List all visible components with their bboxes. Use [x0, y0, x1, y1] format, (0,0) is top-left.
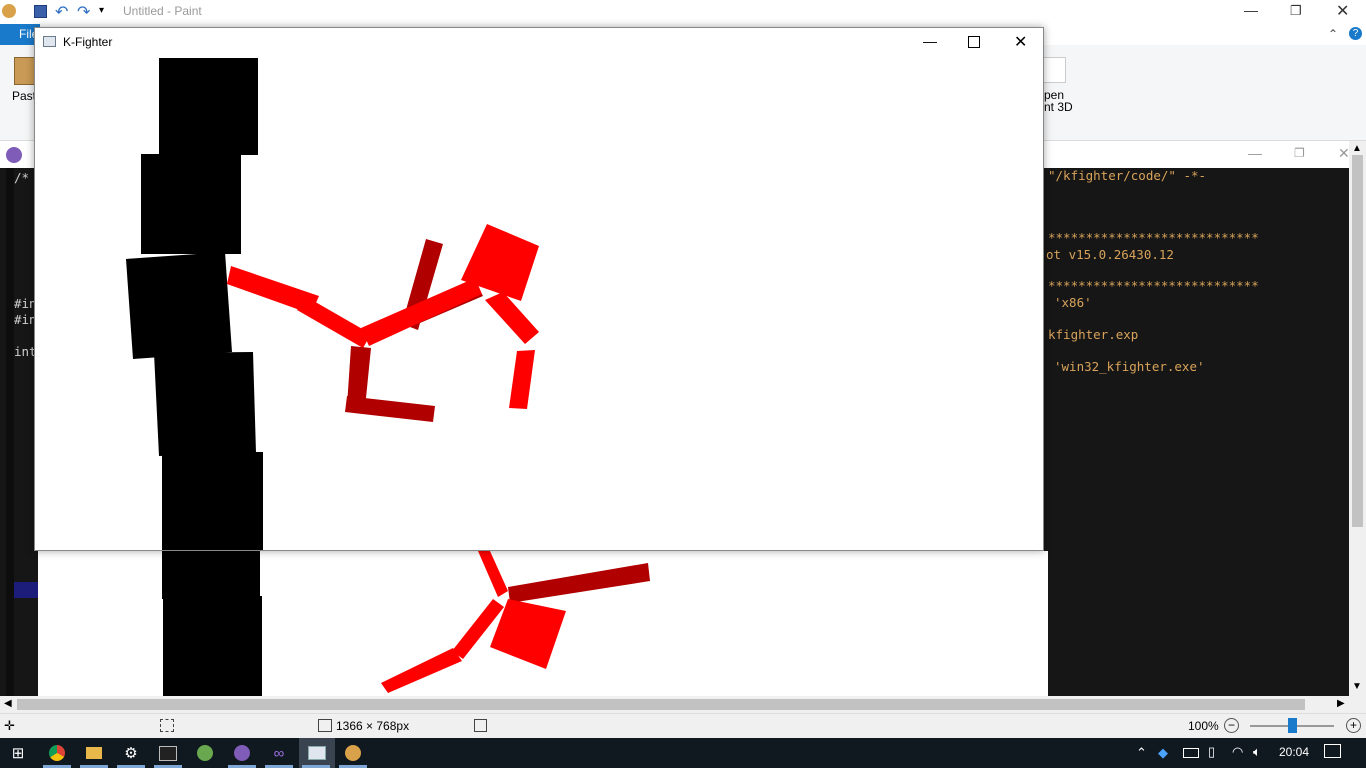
black-block: [154, 352, 256, 456]
status-bar: ✛ 1366 × 768px 100% − +: [0, 713, 1366, 738]
zoom-slider-thumb[interactable]: [1288, 718, 1297, 733]
emacs-icon: [6, 147, 22, 163]
paint-canvas-drawing: [162, 551, 650, 696]
game-icon[interactable]: [195, 743, 215, 763]
paste-label: Past: [12, 89, 37, 103]
save-icon[interactable]: [34, 5, 47, 18]
close-icon[interactable]: ✕: [1336, 1, 1349, 21]
kfighter-window[interactable]: K-Fighter — ✕: [34, 27, 1044, 551]
editor-close-icon[interactable]: ✕: [1338, 145, 1350, 162]
red-limb: [485, 292, 539, 344]
code-line: /*: [14, 170, 30, 185]
emacs-taskbar-icon[interactable]: [232, 743, 252, 763]
visual-studio-icon[interactable]: ∞: [269, 743, 289, 763]
quick-access-dropdown-icon[interactable]: ▾: [99, 5, 104, 16]
notifications-icon[interactable]: [1324, 744, 1341, 758]
file-size-icon: [474, 719, 487, 732]
paint3d-button[interactable]: pen nt 3D: [1040, 55, 1080, 115]
restore-icon[interactable]: ❐: [1290, 3, 1302, 19]
black-block: [163, 596, 262, 696]
selection-size-icon: [160, 719, 174, 732]
canvas-size-icon: [318, 719, 332, 732]
kfighter-title: K-Fighter: [63, 35, 113, 49]
file-explorer-icon[interactable]: [84, 743, 104, 763]
zoom-level: 100%: [1188, 719, 1219, 733]
kfighter-app-icon: [43, 36, 56, 47]
scroll-up-icon[interactable]: ▲: [1352, 143, 1362, 154]
vertical-scrollbar[interactable]: ▲ ▼: [1349, 141, 1366, 696]
paint-app-icon: [2, 4, 16, 18]
horizontal-scrollbar[interactable]: ◀ ▶: [0, 696, 1366, 713]
editor-restore-icon[interactable]: ❐: [1294, 146, 1305, 160]
scroll-thumb[interactable]: [17, 699, 1305, 710]
black-block: [159, 58, 258, 155]
scroll-thumb[interactable]: [1352, 155, 1363, 527]
paint-taskbar-icon[interactable]: [343, 743, 363, 763]
black-block: [162, 452, 263, 550]
battery-icon[interactable]: [1183, 748, 1199, 758]
ribbon-collapse-icon[interactable]: ⌃: [1328, 27, 1338, 41]
kfighter-titlebar[interactable]: K-Fighter — ✕: [35, 28, 1043, 56]
paint-titlebar: ↶ ↷ ▾ Untitled - Paint — ❐ ✕: [0, 0, 1366, 24]
paint3d-icon: [1042, 57, 1066, 83]
wifi-icon[interactable]: ◠: [1232, 744, 1243, 760]
code-line: 'x86': [1054, 295, 1092, 310]
tray-overflow-icon[interactable]: ⌃: [1136, 745, 1147, 761]
code-line: ot v15.0.26430.12: [1046, 247, 1174, 262]
black-block: [162, 551, 260, 599]
dark-red-limb: [345, 396, 435, 422]
scroll-right-icon[interactable]: ▶: [1337, 698, 1345, 709]
paint-title: Untitled - Paint: [123, 4, 202, 18]
code-line: "/kfighter/code/" -*-: [1048, 168, 1207, 183]
red-limb: [297, 296, 371, 348]
redo-icon[interactable]: ↷: [77, 2, 90, 22]
clock[interactable]: 20:04: [1279, 745, 1309, 759]
terminal-icon[interactable]: [158, 743, 178, 763]
scroll-left-icon[interactable]: ◀: [4, 698, 12, 709]
code-line: ****************************: [1048, 230, 1259, 245]
black-block: [126, 252, 232, 359]
cursor-position-icon: ✛: [4, 718, 15, 733]
settings-icon[interactable]: ⚙: [121, 743, 141, 763]
red-limb: [478, 551, 508, 597]
code-line: kfighter.exp: [1048, 327, 1139, 342]
undo-icon[interactable]: ↶: [55, 2, 68, 22]
volume-icon[interactable]: 🔈︎: [1253, 744, 1261, 760]
paint3d-label: pen nt 3D: [1044, 88, 1073, 114]
paint-canvas[interactable]: [38, 551, 1048, 696]
dropbox-icon[interactable]: ◆: [1158, 745, 1168, 761]
zoom-in-icon[interactable]: +: [1346, 718, 1361, 733]
red-limb: [381, 648, 462, 693]
cursor-highlight: [13, 582, 39, 598]
code-line: ****************************: [1048, 278, 1259, 293]
canvas-size: 1366 × 768px: [336, 719, 410, 733]
red-limb: [509, 350, 535, 409]
windows-start-icon[interactable]: ⊞: [8, 743, 28, 763]
black-block: [141, 154, 241, 254]
kfighter-maximize-icon[interactable]: [968, 36, 980, 48]
editor-gutter: [6, 168, 14, 696]
minimize-icon[interactable]: —: [1244, 2, 1258, 18]
scroll-down-icon[interactable]: ▼: [1352, 681, 1362, 692]
kfighter-close-icon[interactable]: ✕: [1014, 32, 1027, 52]
editor-minimize-icon[interactable]: —: [1248, 145, 1262, 161]
red-limb: [452, 599, 504, 659]
dark-red-limb: [508, 563, 650, 603]
kfighter-taskbar-icon[interactable]: [307, 743, 327, 763]
clipboard-icon: [14, 57, 36, 85]
zoom-out-icon[interactable]: −: [1224, 718, 1239, 733]
usb-icon[interactable]: ▯: [1208, 744, 1215, 760]
help-icon[interactable]: ?: [1349, 27, 1362, 40]
code-line: 'win32_kfighter.exe': [1054, 359, 1205, 374]
game-canvas[interactable]: [35, 56, 1043, 550]
kfighter-minimize-icon[interactable]: —: [923, 33, 937, 49]
chrome-icon[interactable]: [47, 743, 67, 763]
